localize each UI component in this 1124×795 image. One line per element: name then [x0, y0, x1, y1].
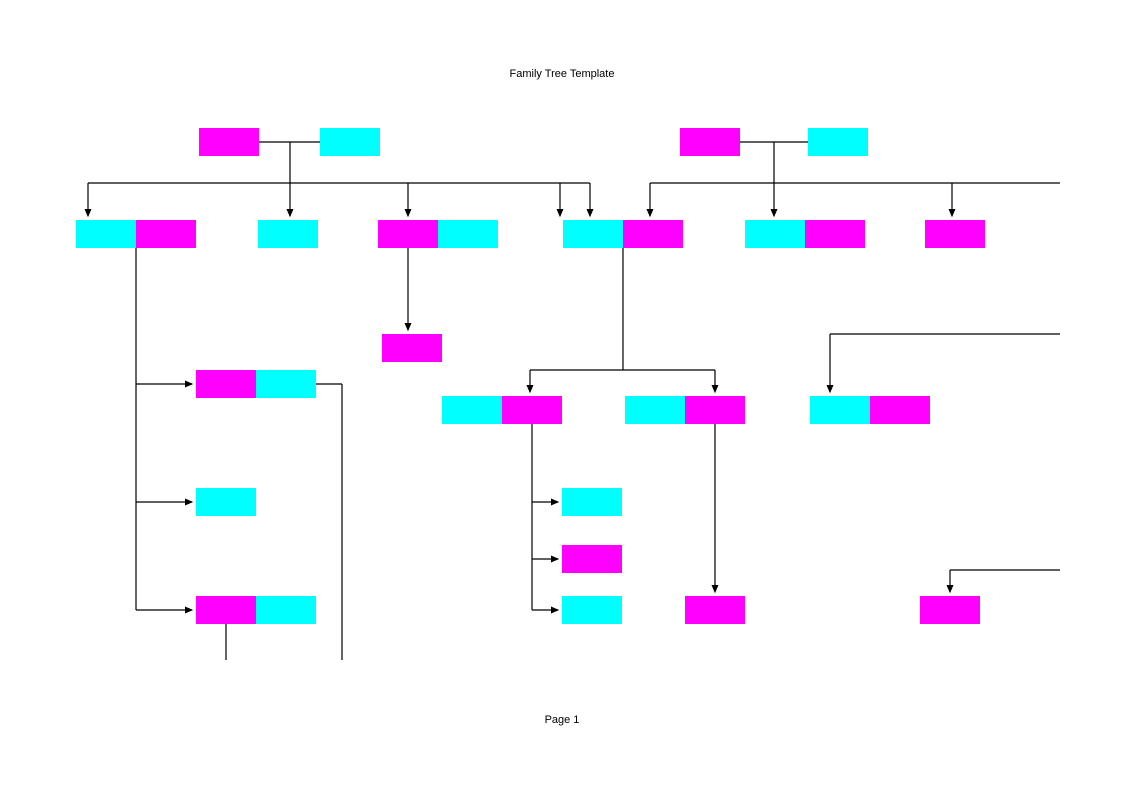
person-box-g2a1	[76, 220, 136, 248]
person-box-g2f	[925, 220, 985, 248]
person-box-g1c	[680, 128, 740, 156]
person-box-g3b2	[256, 370, 316, 398]
person-box-g5c	[685, 596, 745, 624]
person-box-g3c1	[442, 396, 502, 424]
person-box-g5d	[920, 596, 980, 624]
person-box-g3e1	[810, 396, 870, 424]
person-box-g2c1	[378, 220, 438, 248]
person-box-g1b	[320, 128, 380, 156]
person-box-g3d1	[625, 396, 685, 424]
family-tree-diagram	[0, 0, 1124, 795]
person-box-g2d1	[563, 220, 623, 248]
person-box-g3d2	[685, 396, 745, 424]
person-box-g4b	[562, 488, 622, 516]
person-box-g3c2	[502, 396, 562, 424]
person-box-g1a	[199, 128, 259, 156]
person-box-g2c2	[438, 220, 498, 248]
person-box-g2e1	[745, 220, 805, 248]
person-box-g2a2	[136, 220, 196, 248]
person-box-g3a	[382, 334, 442, 362]
person-box-g5a1	[196, 596, 256, 624]
person-box-g5a2	[256, 596, 316, 624]
person-box-g2d2	[623, 220, 683, 248]
person-box-g2b	[258, 220, 318, 248]
person-box-g3b1	[196, 370, 256, 398]
person-box-g5b	[562, 596, 622, 624]
person-box-g3e2	[870, 396, 930, 424]
person-box-g4a	[196, 488, 256, 516]
person-box-g2e2	[805, 220, 865, 248]
person-box-g1d	[808, 128, 868, 156]
person-box-g4c	[562, 545, 622, 573]
